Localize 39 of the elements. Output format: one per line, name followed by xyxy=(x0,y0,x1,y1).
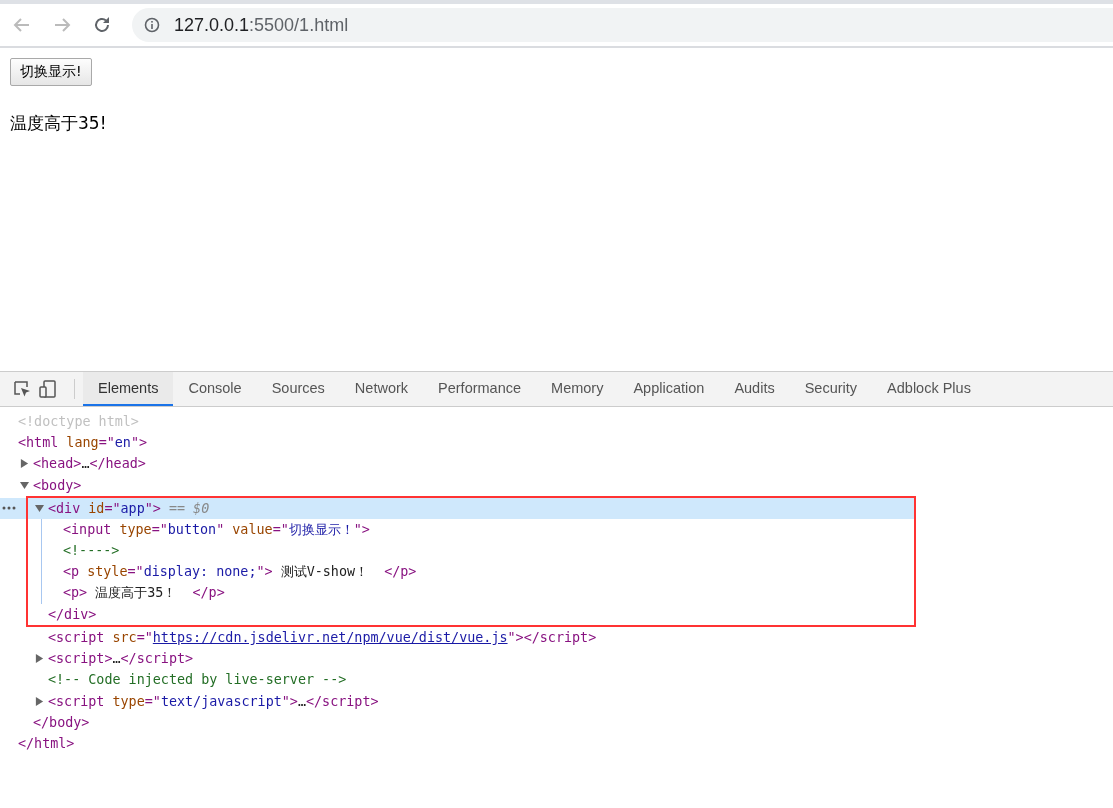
expanded-triangle-icon[interactable] xyxy=(20,480,29,490)
dom-node-line[interactable]: <p> 温度高于35！ </p> xyxy=(63,584,225,603)
expanded-triangle-icon[interactable] xyxy=(35,503,44,513)
devtools-tab[interactable]: Performance xyxy=(423,372,537,406)
devtools-tab[interactable]: Security xyxy=(789,372,873,406)
devtools-tab[interactable]: Elements xyxy=(83,372,174,406)
collapsed-triangle-icon[interactable] xyxy=(20,459,29,469)
dom-node-line[interactable]: <head>…</head> xyxy=(33,456,146,472)
devtools-tab[interactable]: Memory xyxy=(536,372,619,406)
more-dots-icon[interactable] xyxy=(2,506,16,511)
closing-tag: </html> xyxy=(18,735,75,751)
dom-node-line[interactable]: <input type="button" value="切换显示！"> xyxy=(63,520,370,539)
inspect-element-icon[interactable] xyxy=(12,379,32,399)
devtools-tab[interactable]: Audits xyxy=(719,372,790,406)
device-toolbar-icon[interactable] xyxy=(38,379,58,399)
url-text[interactable]: 127.0.0.1:5500/1.html xyxy=(174,14,349,36)
reload-icon[interactable] xyxy=(92,15,112,35)
dom-node-line[interactable]: <html lang="en"> xyxy=(18,435,147,451)
closing-tag: </div> xyxy=(48,606,97,622)
dom-node-line[interactable]: <!----> xyxy=(63,543,120,559)
collapsed-triangle-icon[interactable] xyxy=(35,654,44,664)
dom-node-line[interactable]: <body> xyxy=(33,477,82,493)
devtools-tab[interactable]: Application xyxy=(618,372,720,406)
devtools-tab[interactable]: Network xyxy=(339,372,424,406)
devtools-tab[interactable]: Adblock Plus xyxy=(872,372,986,406)
page-paragraph: 温度高于35! xyxy=(10,112,108,135)
closing-tag: </body> xyxy=(33,714,90,730)
dom-node-line[interactable]: <p style="display: none;"> 测试V-show！ </p> xyxy=(63,562,417,581)
dom-node-line[interactable]: <!-- Code injected by live-server --> xyxy=(48,672,347,688)
info-icon[interactable] xyxy=(144,17,160,33)
devtools-tab[interactable]: Sources xyxy=(256,372,340,406)
dom-node-line[interactable]: <div id="app"> == $0 xyxy=(48,500,210,516)
dom-node-line[interactable]: <script type="text/javascript">…</script> xyxy=(48,693,379,709)
collapsed-triangle-icon[interactable] xyxy=(35,696,44,706)
dom-node-line[interactable]: <script>…</script> xyxy=(48,651,194,667)
dom-node-line[interactable]: <script src="https://cdn.jsdelivr.net/npm/vue/dist/vue.js"></script> xyxy=(48,629,597,645)
devtools-tab[interactable]: Console xyxy=(173,372,257,406)
toggle-display-button[interactable]: 切换显示! xyxy=(10,58,92,86)
address-bar[interactable]: 127.0.0.1:5500/1.html xyxy=(132,8,1113,42)
